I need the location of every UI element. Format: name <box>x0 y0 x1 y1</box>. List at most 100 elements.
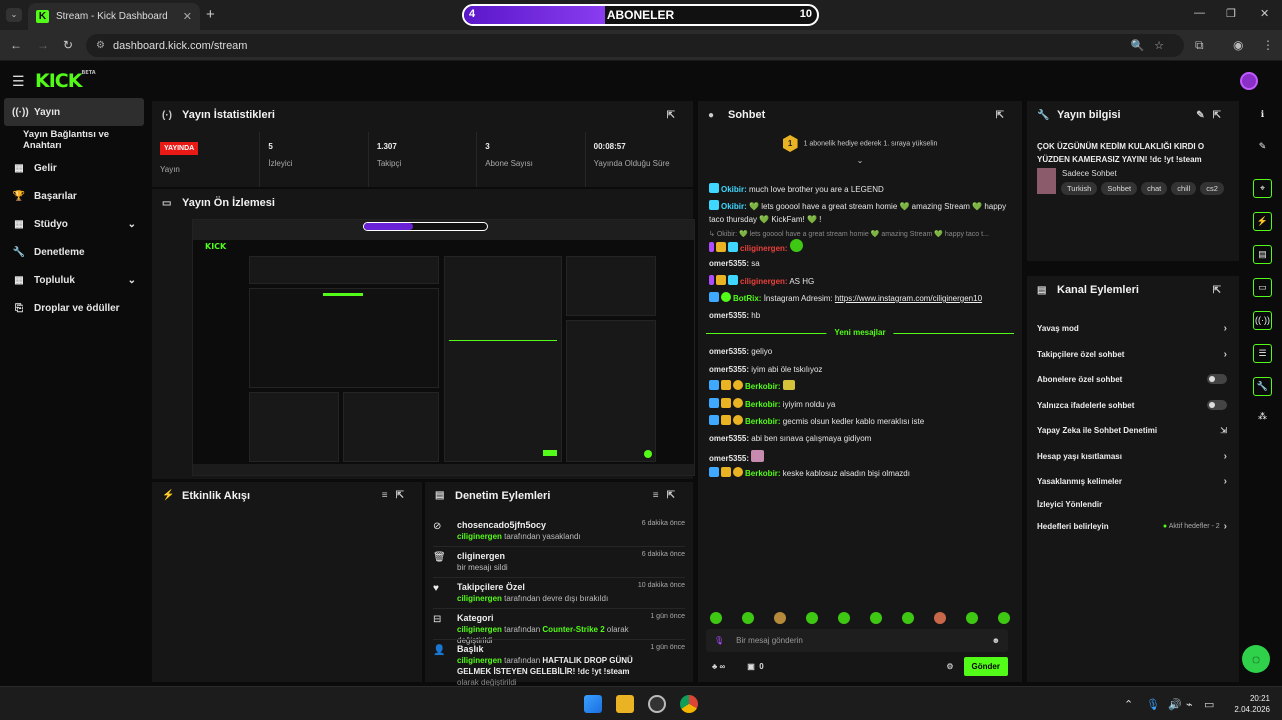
emote-icon[interactable] <box>966 612 978 624</box>
action-slow-mode[interactable]: Yavaş mod › <box>1037 322 1227 334</box>
chat-username[interactable]: Berkobir: <box>745 417 781 426</box>
lightning-icon[interactable]: ⚡ <box>1253 212 1272 231</box>
chat-username[interactable]: BotRix: <box>733 294 761 303</box>
close-tab-icon[interactable]: ✕ <box>183 10 192 23</box>
chat-username[interactable]: omer5355: <box>709 311 749 320</box>
action-raid[interactable]: İzleyici Yönlendir <box>1037 498 1227 510</box>
file-explorer-icon[interactable] <box>616 695 634 713</box>
maximize-icon[interactable]: ❐ <box>1226 7 1236 20</box>
tag[interactable]: Sohbet <box>1101 182 1138 195</box>
chat-username[interactable]: Okibir: <box>721 185 747 194</box>
reload-icon[interactable]: ↻ <box>63 38 73 52</box>
site-info-icon[interactable]: ⚙ <box>96 40 105 51</box>
sidebar-item-moderation[interactable]: 🔧 Denetleme <box>0 238 148 266</box>
sidebar-item-drops[interactable]: ⎘ Droplar ve ödüller <box>0 294 148 322</box>
emote-icon[interactable] <box>902 612 914 624</box>
chat-username[interactable]: omer5355: <box>709 259 749 268</box>
chevron-down-icon[interactable]: ⌄ <box>698 156 1022 165</box>
chrome-icon[interactable] <box>680 695 698 713</box>
emoji-icon[interactable]: ☻ <box>992 636 1000 645</box>
user-avatar[interactable] <box>1240 72 1258 90</box>
emote-icon[interactable] <box>870 612 882 624</box>
support-chat-button[interactable]: ◌ <box>1242 645 1270 673</box>
emote-icon[interactable] <box>742 612 754 624</box>
emote-icon[interactable] <box>934 612 946 624</box>
popout-icon[interactable]: ⇱ <box>996 110 1012 121</box>
start-menu-icon[interactable] <box>584 695 602 713</box>
hamburger-icon[interactable]: ☰ <box>12 73 25 90</box>
points-icon[interactable]: ♣ <box>712 662 717 671</box>
close-window-icon[interactable]: ✕ <box>1260 7 1269 20</box>
emote-icon[interactable] <box>838 612 850 624</box>
popout-icon[interactable]: ⇱ <box>1213 285 1229 296</box>
network-icon[interactable]: ⌁ <box>1186 698 1193 711</box>
chat-input[interactable]: 🎙 Bir mesaj gönderin ☻ <box>706 629 1008 652</box>
emote-icon[interactable] <box>998 612 1010 624</box>
zoom-bookmark-icons[interactable]: 🔍☆ <box>1130 39 1174 52</box>
emote-icon[interactable] <box>806 612 818 624</box>
subscribers-only-toggle[interactable] <box>1207 374 1227 384</box>
minimize-icon[interactable]: — <box>1194 7 1205 19</box>
emote-only-toggle[interactable] <box>1207 400 1227 410</box>
sidebar-item-studio[interactable]: ▦ Stüdyo ⌄ <box>0 210 148 238</box>
popout-icon[interactable]: ⇱ <box>667 110 683 121</box>
forward-icon[interactable]: → <box>37 38 49 52</box>
action-followers-only[interactable]: Takipçilere özel sohbet › <box>1037 348 1227 360</box>
address-bar[interactable]: ⚙ dashboard.kick.com/stream 🔍☆ <box>86 34 1184 57</box>
tag[interactable]: chat <box>1141 182 1168 195</box>
tag[interactable]: cs2 <box>1200 182 1224 195</box>
list-icon[interactable]: ☰ <box>1253 344 1272 363</box>
filter-popout-icons[interactable]: ≡⇱ <box>382 490 412 501</box>
action-account-age[interactable]: Hesap yaşı kısıtlaması › <box>1037 450 1227 462</box>
chat-link[interactable]: https://www.instagram.com/ciliginergen10 <box>835 294 982 303</box>
chat-username[interactable]: Berkobir: <box>745 469 781 478</box>
pencil-icon[interactable]: ✎ <box>1253 138 1272 157</box>
back-icon[interactable]: ← <box>10 38 22 52</box>
sidebar-item-stream[interactable]: ((·)) Yayın <box>4 98 144 126</box>
chat-username[interactable]: omer5355: <box>709 434 749 443</box>
new-tab-icon[interactable]: + <box>206 6 215 23</box>
mic-icon[interactable]: 🎙 <box>714 636 724 645</box>
chat-username[interactable]: ciliginergen: <box>740 277 788 286</box>
emote-icon[interactable] <box>774 612 786 624</box>
chat-username[interactable]: ciliginergen: <box>740 244 788 253</box>
tag[interactable]: Turkish <box>1061 182 1098 195</box>
battery-icon[interactable]: ▭ <box>1204 698 1214 711</box>
chat-username[interactable]: omer5355: <box>709 454 749 463</box>
system-clock[interactable]: 20:21 2.04.2026 <box>1230 693 1270 715</box>
action-ai-moderation[interactable]: Yapay Zeka ile Sohbet Denetimi ⇲ <box>1037 424 1227 436</box>
broadcast-icon[interactable]: ((·)) <box>1253 311 1272 330</box>
kick-logo[interactable]: KICKBETA <box>35 70 96 92</box>
chat-bubble-icon[interactable]: ▭ <box>1253 278 1272 297</box>
chat-username[interactable]: Berkobir: <box>745 400 781 409</box>
action-goals[interactable]: Hedefleri belirleyin ● Aktif hedefler - 2… <box>1037 520 1227 532</box>
target-icon[interactable]: ⌖ <box>1253 179 1272 198</box>
menu-icon[interactable]: ⋮ <box>1262 38 1274 52</box>
gear-icon[interactable]: ⚙ <box>946 662 953 671</box>
obs-icon[interactable] <box>648 695 666 713</box>
tab-search-icon[interactable]: ⌄ <box>6 8 22 22</box>
send-button[interactable]: Gönder <box>963 656 1008 676</box>
action-banned-words[interactable]: Yasaklanmış kelimeler › <box>1037 475 1227 487</box>
wrench-icon[interactable]: 🔧 <box>1253 377 1272 396</box>
chevron-up-icon[interactable]: ⌃ <box>1124 698 1133 711</box>
speaker-icon[interactable]: 🔊 <box>1168 698 1182 711</box>
tag[interactable]: chill <box>1171 182 1197 195</box>
filter-popout-icons[interactable]: ≡⇱ <box>653 490 683 501</box>
gift-icon[interactable]: ▣ <box>747 662 755 671</box>
extensions-icon[interactable]: ⧉ <box>1195 38 1204 53</box>
stream-category[interactable]: Sadece Sohbet <box>1062 169 1117 178</box>
chat-username[interactable]: omer5355: <box>709 365 749 374</box>
edit-popout-icons[interactable]: ✎⇱ <box>1196 110 1229 121</box>
profile-icon[interactable]: ◉ <box>1233 38 1243 52</box>
chat-username[interactable]: omer5355: <box>709 347 749 356</box>
info-icon[interactable]: ℹ <box>1253 106 1272 125</box>
emote-icon[interactable] <box>710 612 722 624</box>
sidebar-item-stream-key[interactable]: Yayın Bağlantısı ve Anahtarı <box>0 126 148 154</box>
pinned-gift-banner[interactable]: 1 1 abonelik hediye ederek 1. sıraya yüks… <box>698 135 1022 165</box>
chat-username[interactable]: Okibir: <box>721 202 747 211</box>
document-icon[interactable]: ▤ <box>1253 245 1272 264</box>
stream-preview-video[interactable]: KICK <box>192 219 695 476</box>
sidebar-item-community[interactable]: ▦ Topluluk ⌄ <box>0 266 148 294</box>
chat-username[interactable]: Berkobir: <box>745 382 781 391</box>
